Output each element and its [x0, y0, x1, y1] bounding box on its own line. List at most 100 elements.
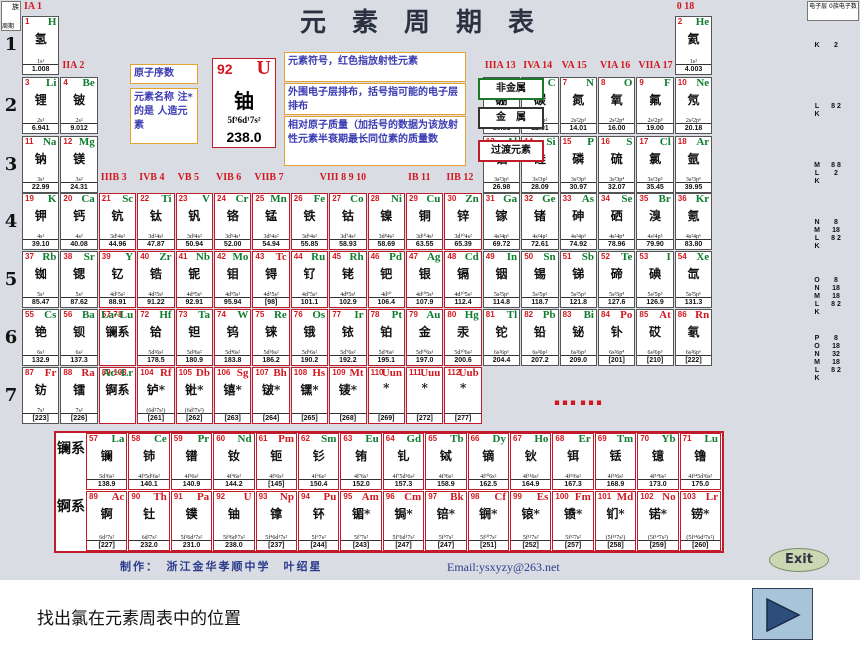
lanthanide-cell-pm[interactable]: 61 Pm 钷 4f⁵6s² [145] — [255, 433, 297, 490]
element-cell-ne[interactable]: 10 Ne 氖 2s²2p⁶ 20.18 — [674, 77, 713, 134]
lanthanide-cell-ce[interactable]: 58 Ce 铈 4f¹5d¹6s² 140.1 — [128, 433, 170, 490]
element-cell-rh[interactable]: 45 Rh 铑 4d⁸5s¹ 102.9 — [329, 251, 367, 308]
element-cell-os[interactable]: 76 Os 锇 5d⁶6s² 190.2 — [290, 309, 329, 366]
element-cell-ar[interactable]: 18 Ar 氩 3s²3p⁶ 39.95 — [674, 136, 713, 193]
actinide-cell-cf[interactable]: 98 Cf 锎* 5f¹⁰7s² [251] — [467, 491, 509, 551]
element-cell-sr[interactable]: 38 Sr 锶 5s² 87.62 — [60, 251, 98, 308]
element-cell-ca[interactable]: 20 Ca 钙 4s² 40.08 — [60, 193, 98, 250]
actinide-cell-pu[interactable]: 94 Pu 钚 5f⁶7s² [244] — [298, 491, 340, 551]
element-cell-pb[interactable]: 82 Pb 铅 6s²6p² 207.2 — [521, 309, 559, 366]
element-cell-ra[interactable]: 88 Ra 镭 7s² [226] — [60, 367, 98, 424]
element-cell-li[interactable]: 3 Li 锂 2s¹ 6.941 — [22, 77, 60, 134]
element-cell-cd[interactable]: 48 Cd 镉 4d¹⁰5s² 112.4 — [444, 251, 482, 308]
element-cell-kr[interactable]: 36 Kr 氪 4s²4p⁶ 83.80 — [674, 193, 713, 250]
actinide-cell-th[interactable]: 90 Th 钍 6d²7s² 232.0 — [128, 491, 170, 551]
element-cell-xe[interactable]: 54 Xe 氙 5s²5p⁶ 131.3 — [674, 251, 713, 308]
element-cell-w[interactable]: 74 W 钨 5d⁴6s² 183.8 — [214, 309, 252, 366]
element-cell-uub[interactable]: 112 Uub * [277] — [444, 367, 482, 424]
exit-button[interactable]: Exit — [769, 548, 829, 572]
element-cell-na[interactable]: 11 Na 钠 3s¹ 22.99 — [22, 136, 60, 193]
actinide-cell-md[interactable]: 101 Md 钔* (5f¹³7s²) [258] — [594, 491, 637, 551]
element-cell-ru[interactable]: 44 Ru 钌 4d⁷5s¹ 101.1 — [290, 251, 329, 308]
element-cell-rn[interactable]: 86 Rn 氡 6s²6p⁶ [222] — [674, 309, 713, 366]
element-cell-au[interactable]: 79 Au 金 5d¹⁰6s¹ 197.0 — [406, 309, 444, 366]
lanthanide-cell-pr[interactable]: 59 Pr 镨 4f³6s² 140.9 — [170, 433, 213, 490]
actinide-cell-pa[interactable]: 91 Pa 镤 5f²6d¹7s² 231.0 — [170, 491, 213, 551]
lanthanide-cell-gd[interactable]: 64 Gd 钆 4f⁷5d¹6s² 157.3 — [382, 433, 425, 490]
element-cell-sg[interactable]: 106 Sg 𬭳* [263] — [214, 367, 252, 424]
actinide-cell-lr[interactable]: 103 Lr 铹* (5f¹⁴6d¹7s²) [260] — [679, 491, 721, 551]
element-cell-ir[interactable]: 77 Ir 铱 5d⁷6s² 192.2 — [329, 309, 367, 366]
element-cell-hg[interactable]: 80 Hg 汞 5d¹⁰6s² 200.6 — [444, 309, 482, 366]
element-cell-sn[interactable]: 50 Sn 锡 5s²5p² 118.7 — [521, 251, 559, 308]
element-cell-uuu[interactable]: 111 Uuu * [272] — [406, 367, 444, 424]
element-cell-i[interactable]: 53 I 碘 5s²5p⁵ 126.9 — [636, 251, 674, 308]
element-cell-mg[interactable]: 12 Mg 镁 3s² 24.31 — [60, 136, 98, 193]
element-cell-zn[interactable]: 30 Zn 锌 3d¹⁰4s² 65.39 — [444, 193, 482, 250]
element-cell-he[interactable]: 2 He 氦 1s² 4.003 — [674, 16, 713, 75]
element-cell-cs[interactable]: 55 Cs 铯 6s¹ 132.9 — [22, 309, 60, 366]
element-cell-mt[interactable]: 109 Mt 鿏* [268] — [329, 367, 367, 424]
element-cell-rb[interactable]: 37 Rb 铷 5s¹ 85.47 — [22, 251, 60, 308]
lanthanide-cell-lu[interactable]: 71 Lu 镥 4f¹⁴5d¹6s² 175.0 — [679, 433, 721, 490]
actinide-cell-cm[interactable]: 96 Cm 锔* 5f⁷6d¹7s² [247] — [382, 491, 425, 551]
element-cell-mn[interactable]: 25 Mn 锰 3d⁵4s² 54.94 — [252, 193, 290, 250]
element-cell-cl[interactable]: 17 Cl 氯 3s²3p⁵ 35.45 — [636, 136, 674, 193]
element-cell-br[interactable]: 35 Br 溴 4s²4p⁵ 79.90 — [636, 193, 674, 250]
element-cell-re[interactable]: 75 Re 铼 5d⁵6s² 186.2 — [252, 309, 290, 366]
lanthanide-cell-ho[interactable]: 67 Ho 钬 4f¹¹6s² 164.9 — [510, 433, 552, 490]
element-cell-f[interactable]: 9 F 氟 2s²2p⁵ 19.00 — [636, 77, 674, 134]
actinide-cell-bk[interactable]: 97 Bk 锫* 5f⁹7s² [247] — [425, 491, 467, 551]
element-cell-in[interactable]: 49 In 铟 5s²5p¹ 114.8 — [482, 251, 521, 308]
element-cell-sb[interactable]: 51 Sb 锑 5s²5p³ 121.8 — [559, 251, 597, 308]
element-cell-hf[interactable]: 72 Hf 铪 5d²6s² 178.5 — [137, 309, 175, 366]
element-cell-ni[interactable]: 28 Ni 镍 3d⁸4s² 58.69 — [367, 193, 405, 250]
element-cell-bh[interactable]: 107 Bh 𬭛* [264] — [252, 367, 290, 424]
element-cell-o[interactable]: 8 O 氧 2s²2p⁴ 16.00 — [598, 77, 636, 134]
lanthanide-cell-er[interactable]: 68 Er 铒 4f¹²6s² 167.3 — [552, 433, 594, 490]
element-cell-y[interactable]: 39 Y 钇 4d¹5s² 88.91 — [98, 251, 137, 308]
element-cell-cr[interactable]: 24 Cr 铬 3d⁵4s¹ 52.00 — [214, 193, 252, 250]
lanthanide-cell-tb[interactable]: 65 Tb 铽 4f⁹6s² 158.9 — [425, 433, 467, 490]
element-cell-ba[interactable]: 56 Ba 钡 6s² 137.3 — [60, 309, 98, 366]
element-cell-uun[interactable]: 110 Uun * [269] — [367, 367, 405, 424]
actinide-cell-am[interactable]: 95 Am 镅* 5f⁷7s² [243] — [340, 491, 382, 551]
element-cell-ti[interactable]: 22 Ti 钛 3d²4s² 47.87 — [137, 193, 175, 250]
element-cell-s[interactable]: 16 S 硫 3s²3p⁴ 32.07 — [598, 136, 636, 193]
lanthanide-cell-sm[interactable]: 62 Sm 钐 4f⁶6s² 150.4 — [298, 433, 340, 490]
actinide-cell-ac[interactable]: 89 Ac 锕 6d¹7s² [227] — [86, 491, 128, 551]
element-cell-p[interactable]: 15 P 磷 3s²3p³ 30.97 — [559, 136, 597, 193]
element-cell-at[interactable]: 85 At 砹 6s²6p⁵ [210] — [636, 309, 674, 366]
lanthanide-cell-dy[interactable]: 66 Dy 镝 4f¹⁰6s² 162.5 — [467, 433, 509, 490]
element-cell-nb[interactable]: 41 Nb 铌 4d⁴5s¹ 92.91 — [175, 251, 213, 308]
actinide-cell-es[interactable]: 99 Es 锿* 5f¹¹7s² [252] — [510, 491, 552, 551]
element-cell-tl[interactable]: 81 Tl 铊 6s²6p¹ 204.4 — [482, 309, 521, 366]
element-cell-ta[interactable]: 73 Ta 钽 5d³6s² 180.9 — [175, 309, 213, 366]
element-cell-ge[interactable]: 32 Ge 锗 4s²4p² 72.61 — [521, 193, 559, 250]
element-cell-bi[interactable]: 83 Bi 铋 6s²6p³ 209.0 — [559, 309, 597, 366]
element-cell-lalu[interactable]: 57-71 La~Lu 镧系 — [98, 309, 137, 366]
element-cell-sc[interactable]: 21 Sc 钪 3d¹4s² 44.96 — [98, 193, 137, 250]
element-cell-te[interactable]: 52 Te 碲 5s²5p⁴ 127.6 — [598, 251, 636, 308]
element-cell-k[interactable]: 19 K 钾 4s¹ 39.10 — [22, 193, 60, 250]
element-cell-mo[interactable]: 42 Mo 钼 4d⁵5s¹ 95.94 — [214, 251, 252, 308]
element-cell-v[interactable]: 23 V 钒 3d³4s² 50.94 — [175, 193, 213, 250]
lanthanide-cell-eu[interactable]: 63 Eu 铕 4f⁷6s² 152.0 — [340, 433, 382, 490]
element-cell-fr[interactable]: 87 Fr 钫 7s¹ [223] — [22, 367, 60, 424]
element-cell-as[interactable]: 33 As 砷 4s²4p³ 74.92 — [559, 193, 597, 250]
element-cell-ga[interactable]: 31 Ga 镓 4s²4p¹ 69.72 — [482, 193, 521, 250]
element-cell-ag[interactable]: 47 Ag 银 4d¹⁰5s¹ 107.9 — [406, 251, 444, 308]
element-cell-se[interactable]: 34 Se 硒 4s²4p⁴ 78.96 — [598, 193, 636, 250]
lanthanide-cell-nd[interactable]: 60 Nd 钕 4f⁴6s² 144.2 — [213, 433, 255, 490]
actinide-cell-no[interactable]: 102 No 锘* (5f¹⁴7s²) [259] — [637, 491, 679, 551]
element-cell-rf[interactable]: 104 Rf 𬬻* (6d²7s²) [261] — [137, 367, 175, 424]
element-cell-db[interactable]: 105 Db 𬭊* (6d³7s²) [262] — [175, 367, 213, 424]
actinide-cell-u[interactable]: 92 U 铀 5f³6d¹7s² 238.0 — [213, 491, 255, 551]
element-cell-aclr[interactable]: 89-103 Ac~Lr 锕系 — [98, 367, 137, 424]
element-cell-h[interactable]: 1 H 氢 1s¹ 1.008 — [22, 16, 60, 75]
actinide-cell-fm[interactable]: 100 Fm 镄* 5f¹²7s² [257] — [552, 491, 594, 551]
element-cell-fe[interactable]: 26 Fe 铁 3d⁶4s² 55.85 — [290, 193, 329, 250]
lanthanide-cell-yb[interactable]: 70 Yb 镱 4f¹⁴6s² 173.0 — [637, 433, 679, 490]
element-cell-hs[interactable]: 108 Hs 𬭶* [265] — [290, 367, 329, 424]
element-cell-n[interactable]: 7 N 氮 2s²2p³ 14.01 — [559, 77, 597, 134]
